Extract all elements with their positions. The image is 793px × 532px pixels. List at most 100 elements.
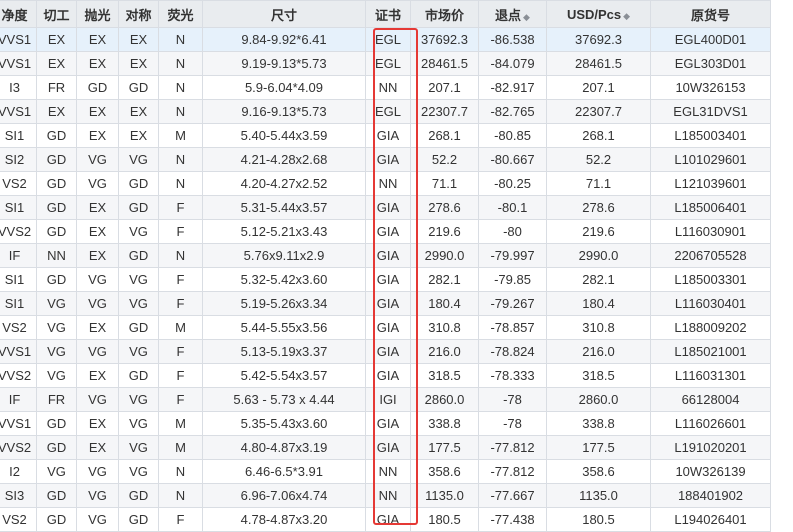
- cell-clarity: VS2: [0, 315, 37, 340]
- cell-cut: GD: [36, 507, 77, 532]
- table-row[interactable]: VVS1 VG VG VG F 5.13-5.19x3.37 GIA 216.0 -78.824…: [0, 339, 771, 364]
- cell-polish: VG: [76, 171, 119, 196]
- diamond-results-table: 净度 切工 抛光 对称 荧光 尺寸 证书 市场价 退点 ◆ USD/Pcs ◆ 原货号 VVS1 EX EX…: [0, 0, 771, 532]
- cell-discount: -84.079: [478, 51, 547, 76]
- cell-market_price: 177.5: [410, 435, 479, 460]
- cell-fluorescence: F: [158, 339, 203, 364]
- table-row[interactable]: SI1 GD VG VG F 5.32-5.42x3.60 GIA 282.1 -79.85 28…: [0, 267, 771, 292]
- cell-fluorescence: F: [158, 267, 203, 292]
- table-row[interactable]: VVS1 EX EX EX N 9.84-9.92*6.41 EGL 37692.3 -86.5…: [0, 27, 771, 52]
- table-row[interactable]: SI1 VG VG VG F 5.19-5.26x3.34 GIA 180.4 -79.267 1…: [0, 291, 771, 316]
- table-row[interactable]: VVS2 GD EX VG F 5.12-5.21x3.43 GIA 219.6 -80 219.…: [0, 219, 771, 244]
- column-header-size[interactable]: 尺寸: [202, 0, 366, 28]
- cell-size: 6.46-6.5*3.91: [202, 459, 366, 484]
- cell-stock_no: L121039601: [650, 171, 771, 196]
- cell-usd_pcs: 358.6: [546, 459, 651, 484]
- cell-discount: -78: [478, 411, 547, 436]
- table-row[interactable]: SI1 GD EX GD F 5.31-5.44x3.57 GIA 278.6 -80.1 278…: [0, 195, 771, 220]
- cell-market_price: 282.1: [410, 267, 479, 292]
- table-row[interactable]: VVS1 EX EX EX N 9.19-9.13*5.73 EGL 28461.5 -84.0…: [0, 51, 771, 76]
- table-row[interactable]: VVS2 GD EX VG M 4.80-4.87x3.19 GIA 177.5 -77.812…: [0, 435, 771, 460]
- column-header-label: 切工: [43, 7, 70, 23]
- cell-symmetry: VG: [118, 147, 159, 172]
- table-row[interactable]: VVS1 GD EX VG M 5.35-5.43x3.60 GIA 338.8 -78 338.…: [0, 411, 771, 436]
- cell-cut: VG: [36, 339, 77, 364]
- cell-discount: -80.667: [478, 147, 547, 172]
- cell-usd_pcs: 282.1: [546, 267, 651, 292]
- cell-stock_no: L188009202: [650, 315, 771, 340]
- cell-cut: GD: [36, 195, 77, 220]
- cell-usd_pcs: 338.8: [546, 411, 651, 436]
- cell-size: 4.78-4.87x3.20: [202, 507, 366, 532]
- cell-polish: VG: [76, 483, 119, 508]
- column-header-fluorescence[interactable]: 荧光: [158, 0, 203, 28]
- column-header-polish[interactable]: 抛光: [76, 0, 119, 28]
- cell-clarity: VVS1: [0, 411, 37, 436]
- column-header-symmetry[interactable]: 对称: [118, 0, 159, 28]
- cell-cut: GD: [36, 267, 77, 292]
- cell-fluorescence: N: [158, 147, 203, 172]
- table-row[interactable]: VVS1 EX EX EX N 9.16-9.13*5.73 EGL 22307.7 -82.7…: [0, 99, 771, 124]
- cell-market_price: 71.1: [410, 171, 479, 196]
- cell-market_price: 338.8: [410, 411, 479, 436]
- column-header-discount[interactable]: 退点 ◆: [478, 0, 547, 28]
- table-row[interactable]: IF NN EX GD N 5.76x9.11x2.9 GIA 2990.0 -79.997 29…: [0, 243, 771, 268]
- sort-icon[interactable]: ◆: [623, 11, 630, 21]
- cell-discount: -80: [478, 219, 547, 244]
- cell-cut: FR: [36, 387, 77, 412]
- column-header-usd_pcs[interactable]: USD/Pcs ◆: [546, 0, 651, 28]
- cell-cut: GD: [36, 123, 77, 148]
- sort-icon[interactable]: ◆: [523, 12, 530, 22]
- cell-symmetry: GD: [118, 171, 159, 196]
- table-row[interactable]: SI3 GD VG GD N 6.96-7.06x4.74 NN 1135.0 -77.667 1…: [0, 483, 771, 508]
- cell-size: 4.80-4.87x3.19: [202, 435, 366, 460]
- column-header-label: 抛光: [84, 7, 111, 23]
- table-row[interactable]: VVS2 VG EX GD F 5.42-5.54x3.57 GIA 318.5 -78.333…: [0, 363, 771, 388]
- cell-discount: -86.538: [478, 27, 547, 52]
- cell-cert: GIA: [365, 195, 411, 220]
- cell-discount: -79.85: [478, 267, 547, 292]
- cell-discount: -80.85: [478, 123, 547, 148]
- table-row[interactable]: I3 FR GD GD N 5.9-6.04*4.09 NN 207.1 -82.917 207.…: [0, 75, 771, 100]
- table-row[interactable]: VS2 GD VG GD F 4.78-4.87x3.20 GIA 180.5 -77.438 1…: [0, 507, 771, 532]
- column-header-label: 证书: [374, 7, 401, 23]
- table-row[interactable]: VS2 VG EX GD M 5.44-5.55x3.56 GIA 310.8 -78.857 3…: [0, 315, 771, 340]
- cell-size: 5.63 - 5.73 x 4.44: [202, 387, 366, 412]
- cell-size: 5.42-5.54x3.57: [202, 363, 366, 388]
- table-row[interactable]: I2 VG VG VG N 6.46-6.5*3.91 NN 358.6 -77.812 358.…: [0, 459, 771, 484]
- cell-polish: EX: [76, 435, 119, 460]
- column-header-clarity[interactable]: 净度: [0, 0, 37, 28]
- table-row[interactable]: SI1 GD EX EX M 5.40-5.44x3.59 GIA 268.1 -80.85 26…: [0, 123, 771, 148]
- table-row[interactable]: IF FR VG VG F 5.63 - 5.73 x 4.44 IGI 2860.0 -78 2…: [0, 387, 771, 412]
- column-header-label: 荧光: [167, 7, 194, 23]
- cell-market_price: 310.8: [410, 315, 479, 340]
- cell-usd_pcs: 216.0: [546, 339, 651, 364]
- cell-polish: VG: [76, 291, 119, 316]
- column-header-stock_no[interactable]: 原货号: [650, 0, 771, 28]
- cell-clarity: SI3: [0, 483, 37, 508]
- cell-clarity: I3: [0, 75, 37, 100]
- cell-usd_pcs: 22307.7: [546, 99, 651, 124]
- cell-market_price: 358.6: [410, 459, 479, 484]
- cell-polish: EX: [76, 411, 119, 436]
- table-row[interactable]: SI2 GD VG VG N 4.21-4.28x2.68 GIA 52.2 -80.667 52…: [0, 147, 771, 172]
- cell-market_price: 28461.5: [410, 51, 479, 76]
- column-header-label: USD/Pcs: [566, 6, 622, 22]
- cell-polish: GD: [76, 75, 119, 100]
- column-header-market_price[interactable]: 市场价: [410, 0, 479, 28]
- column-header-cut[interactable]: 切工: [36, 0, 77, 28]
- cell-fluorescence: M: [158, 123, 203, 148]
- column-header-cert[interactable]: 证书: [365, 0, 411, 28]
- cell-polish: VG: [76, 507, 119, 532]
- column-header-label: 尺寸: [270, 7, 297, 23]
- table-row[interactable]: VS2 GD VG GD N 4.20-4.27x2.52 NN 71.1 -80.25 71.1…: [0, 171, 771, 196]
- cell-clarity: I2: [0, 459, 37, 484]
- cell-size: 5.44-5.55x3.56: [202, 315, 366, 340]
- cell-polish: EX: [76, 363, 119, 388]
- cell-stock_no: EGL400D01: [650, 27, 771, 52]
- cell-cert: NN: [365, 483, 411, 508]
- cell-clarity: SI1: [0, 267, 37, 292]
- cell-discount: -77.812: [478, 435, 547, 460]
- cell-market_price: 318.5: [410, 363, 479, 388]
- cell-polish: EX: [76, 315, 119, 340]
